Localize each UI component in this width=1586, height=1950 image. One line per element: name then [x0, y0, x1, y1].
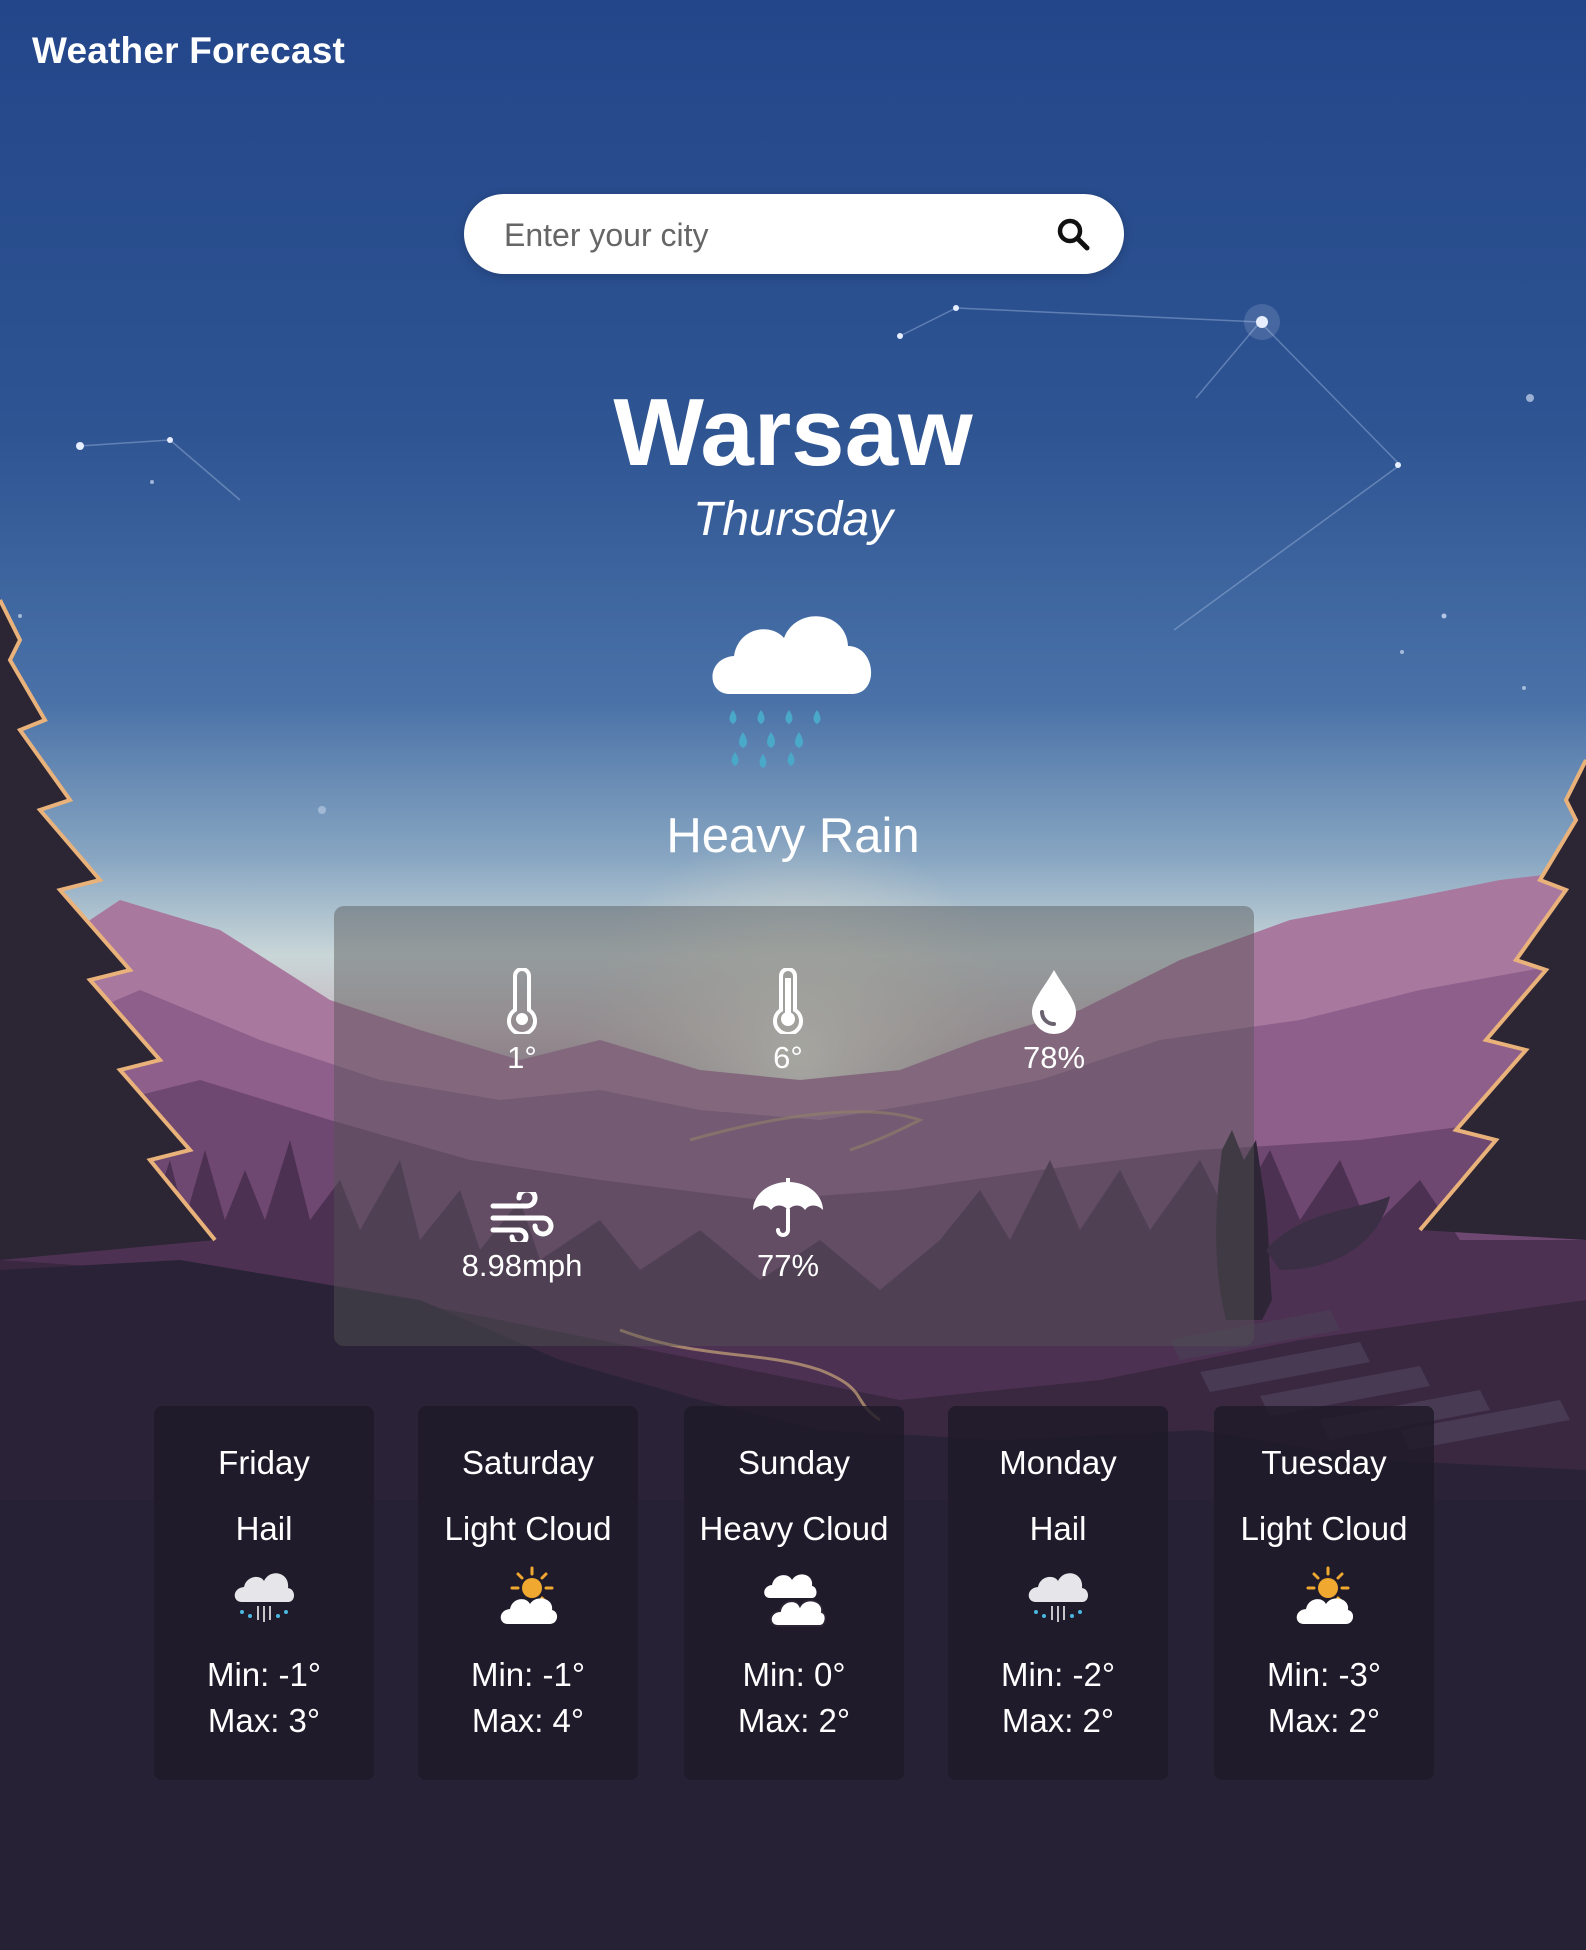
forecast-condition: Light Cloud	[444, 1510, 612, 1547]
forecast-max: Max: 4°	[471, 1702, 585, 1739]
forecast-min: Min: -1°	[470, 1656, 586, 1693]
forecast-list: Friday Hail Min: -1° Max: 3° Saturday Li…	[0, 1406, 1586, 1780]
weather-details-panel: 1° 6° 78% 8.98mph 77%	[334, 906, 1254, 1346]
forecast-condition: Hail	[235, 1510, 293, 1547]
humidity-value: 78%	[1022, 1040, 1086, 1075]
forecast-day: Tuesday	[1261, 1444, 1387, 1481]
forecast-day: Sunday	[738, 1444, 850, 1481]
wind-value: 8.98mph	[461, 1248, 583, 1283]
wind-icon	[490, 1192, 554, 1242]
heavy-cloud-icon	[684, 1566, 904, 1630]
max-temp-value: 6°	[773, 1040, 803, 1075]
search-icon	[1057, 218, 1090, 251]
heavy-rain-icon	[700, 602, 890, 782]
search-button[interactable]	[1050, 211, 1096, 257]
forecast-card: Friday Hail Min: -1° Max: 3°	[154, 1406, 374, 1780]
hail-icon	[154, 1566, 374, 1630]
thermometer-low-icon	[507, 968, 537, 1034]
min-temp-stat: 1°	[422, 964, 622, 1076]
app-title: Weather Forecast	[32, 30, 346, 71]
forecast-day: Monday	[999, 1444, 1117, 1481]
forecast-condition: Light Cloud	[1240, 1510, 1408, 1547]
forecast-max: Max: 2°	[1001, 1702, 1115, 1739]
forecast-max: Max: 3°	[207, 1702, 321, 1739]
light-cloud-icon	[1214, 1566, 1434, 1630]
umbrella-icon	[753, 1178, 823, 1237]
forecast-day: Friday	[218, 1444, 310, 1481]
precipitation-value: 77%	[756, 1248, 820, 1283]
current-condition: Heavy Rain	[666, 809, 920, 863]
forecast-condition: Hail	[1029, 1510, 1087, 1547]
wind-stat: 8.98mph	[422, 1172, 622, 1284]
hail-icon	[948, 1566, 1168, 1630]
forecast-card: Tuesday Light Cloud Min: -3° Max: 2°	[1214, 1406, 1434, 1780]
search-input[interactable]	[502, 194, 1046, 276]
forecast-max: Max: 2°	[737, 1702, 851, 1739]
precipitation-stat: 77%	[688, 1172, 888, 1284]
min-temp-value: 1°	[507, 1040, 537, 1075]
forecast-min: Min: 0°	[742, 1656, 846, 1693]
light-cloud-icon	[418, 1566, 638, 1630]
city-name: Warsaw	[613, 379, 973, 486]
forecast-min: Min: -1°	[206, 1656, 322, 1693]
forecast-card: Sunday Heavy Cloud Min: 0° Max: 2°	[684, 1406, 904, 1780]
current-day: Thursday	[692, 493, 894, 546]
forecast-day: Saturday	[461, 1444, 595, 1481]
forecast-min: Min: -2°	[1000, 1656, 1116, 1693]
search-bar	[464, 194, 1124, 276]
forecast-max: Max: 2°	[1267, 1702, 1381, 1739]
thermometer-high-icon	[773, 968, 803, 1034]
forecast-condition: Heavy Cloud	[699, 1510, 889, 1547]
forecast-card: Saturday Light Cloud Min: -1° Max: 4°	[418, 1406, 638, 1780]
humidity-drop-icon	[1032, 970, 1076, 1034]
forecast-card: Monday Hail Min: -2° Max: 2°	[948, 1406, 1168, 1780]
forecast-min: Min: -3°	[1266, 1656, 1382, 1693]
max-temp-stat: 6°	[688, 964, 888, 1076]
humidity-stat: 78%	[954, 964, 1154, 1076]
